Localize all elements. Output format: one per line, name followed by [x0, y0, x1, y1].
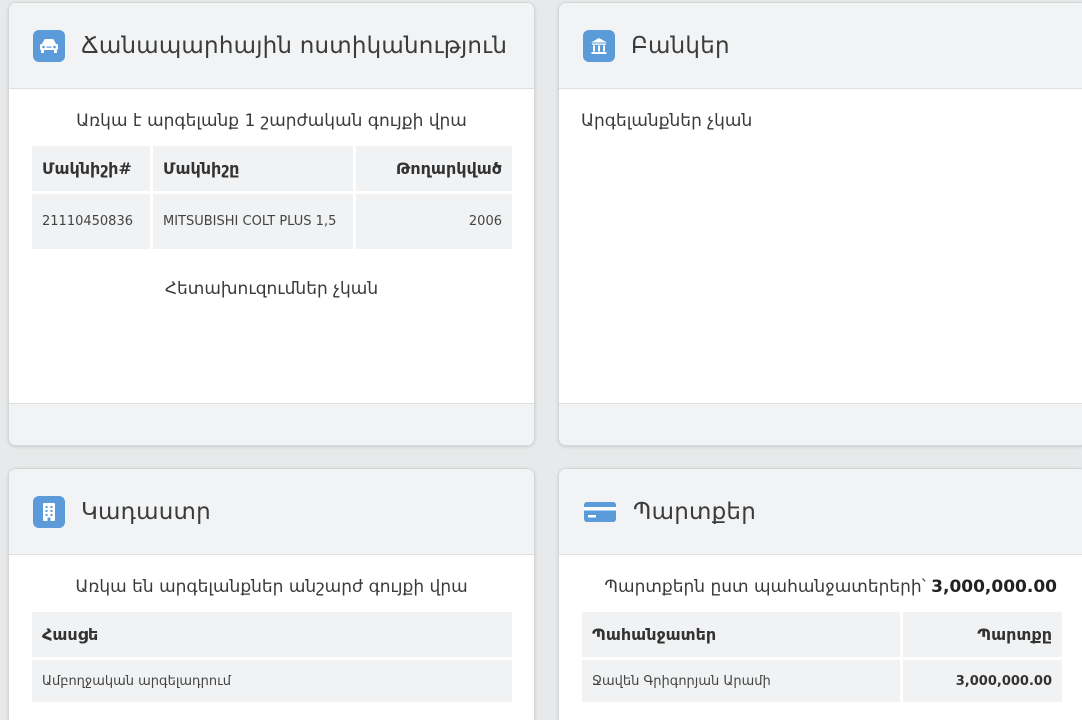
debts-table: Պահանջատեր Պարտքը Ջավեն Գրիգորյան Արամի …: [579, 609, 1065, 705]
bank-icon: [583, 29, 615, 62]
traffic-police-header: Ճանապարհային ոստիկանություն: [9, 3, 534, 89]
cadastre-summary: Առկա են արգելանքներ անշարժ գույքի վրա: [75, 577, 468, 597]
debts-table-header: Պահանջատեր Պարտքը: [582, 612, 1062, 657]
vehicle-table-header: Մակնիշի# Մակնիշը Թողարկված: [32, 146, 512, 191]
column-header-creditor: Պահանջատեր: [582, 612, 900, 657]
traffic-police-title: Ճանապարհային ոստիկանություն: [81, 32, 508, 59]
debt-amount: 3,000,000.00: [903, 660, 1062, 702]
vehicle-number: 21110450836: [32, 194, 150, 249]
car-icon: [33, 29, 65, 62]
column-header-address: Հասցե: [32, 612, 512, 657]
debts-header: Պարտքեր: [559, 469, 1082, 555]
column-header-model: Մակնիշը: [153, 146, 353, 191]
banks-summary: Արգելանքներ չկան: [581, 111, 753, 131]
vehicle-model: MITSUBISHI COLT PLUS 1,5: [153, 194, 353, 249]
table-row: 21110450836 MITSUBISHI COLT PLUS 1,5 200…: [32, 194, 512, 249]
traffic-police-summary: Առկա է արգելանք 1 շարժական գույքի վրա: [76, 111, 467, 131]
property-table: Հասցե Ամբողջական արգելադրում: [29, 609, 515, 705]
vehicle-year: 2006: [356, 194, 512, 249]
column-header-amount: Պարտքը: [903, 612, 1062, 657]
investigations-status: Հետախուզումներ չկան: [164, 279, 379, 299]
column-header-year: Թողարկված: [356, 146, 512, 191]
debts-summary: Պարտքերն ըստ պահանջատերերի՝ 3,000,000.00: [559, 577, 1057, 597]
banks-header: Բանկեր: [559, 3, 1082, 89]
property-table-header: Հասցե: [32, 612, 512, 657]
traffic-police-footer: [9, 403, 534, 445]
banks-title: Բանկեր: [631, 32, 730, 59]
table-row: Ամբողջական արգելադրում: [32, 660, 512, 702]
cadastre-title: Կադաստր: [81, 498, 211, 525]
cadastre-card: Կադաստր Առկա են արգելանքներ անշարժ գույք…: [8, 468, 535, 720]
debts-title: Պարտքեր: [633, 498, 756, 525]
building-icon: [33, 495, 65, 528]
banks-footer: [559, 403, 1082, 445]
vehicle-table: Մակնիշի# Մակնիշը Թողարկված 21110450836 M…: [29, 143, 515, 252]
debts-card: Պարտքեր Պարտքերն ըստ պահանջատերերի՝ 3,00…: [558, 468, 1082, 720]
cadastre-header: Կադաստր: [9, 469, 534, 555]
table-row: Ջավեն Գրիգորյան Արամի 3,000,000.00: [582, 660, 1062, 702]
banks-card: Բանկեր Արգելանքներ չկան: [558, 2, 1082, 446]
property-address: Ամբողջական արգելադրում: [32, 660, 512, 702]
debts-summary-total: 3,000,000.00: [931, 577, 1057, 597]
column-header-number: Մակնիշի#: [32, 146, 150, 191]
debts-summary-label: Պարտքերն ըստ պահանջատերերի՝: [604, 577, 926, 597]
credit-card-icon: [583, 496, 617, 528]
traffic-police-card: Ճանապարհային ոստիկանություն Առկա է արգել…: [8, 2, 535, 446]
creditor-name: Ջավեն Գրիգորյան Արամի: [582, 660, 900, 702]
